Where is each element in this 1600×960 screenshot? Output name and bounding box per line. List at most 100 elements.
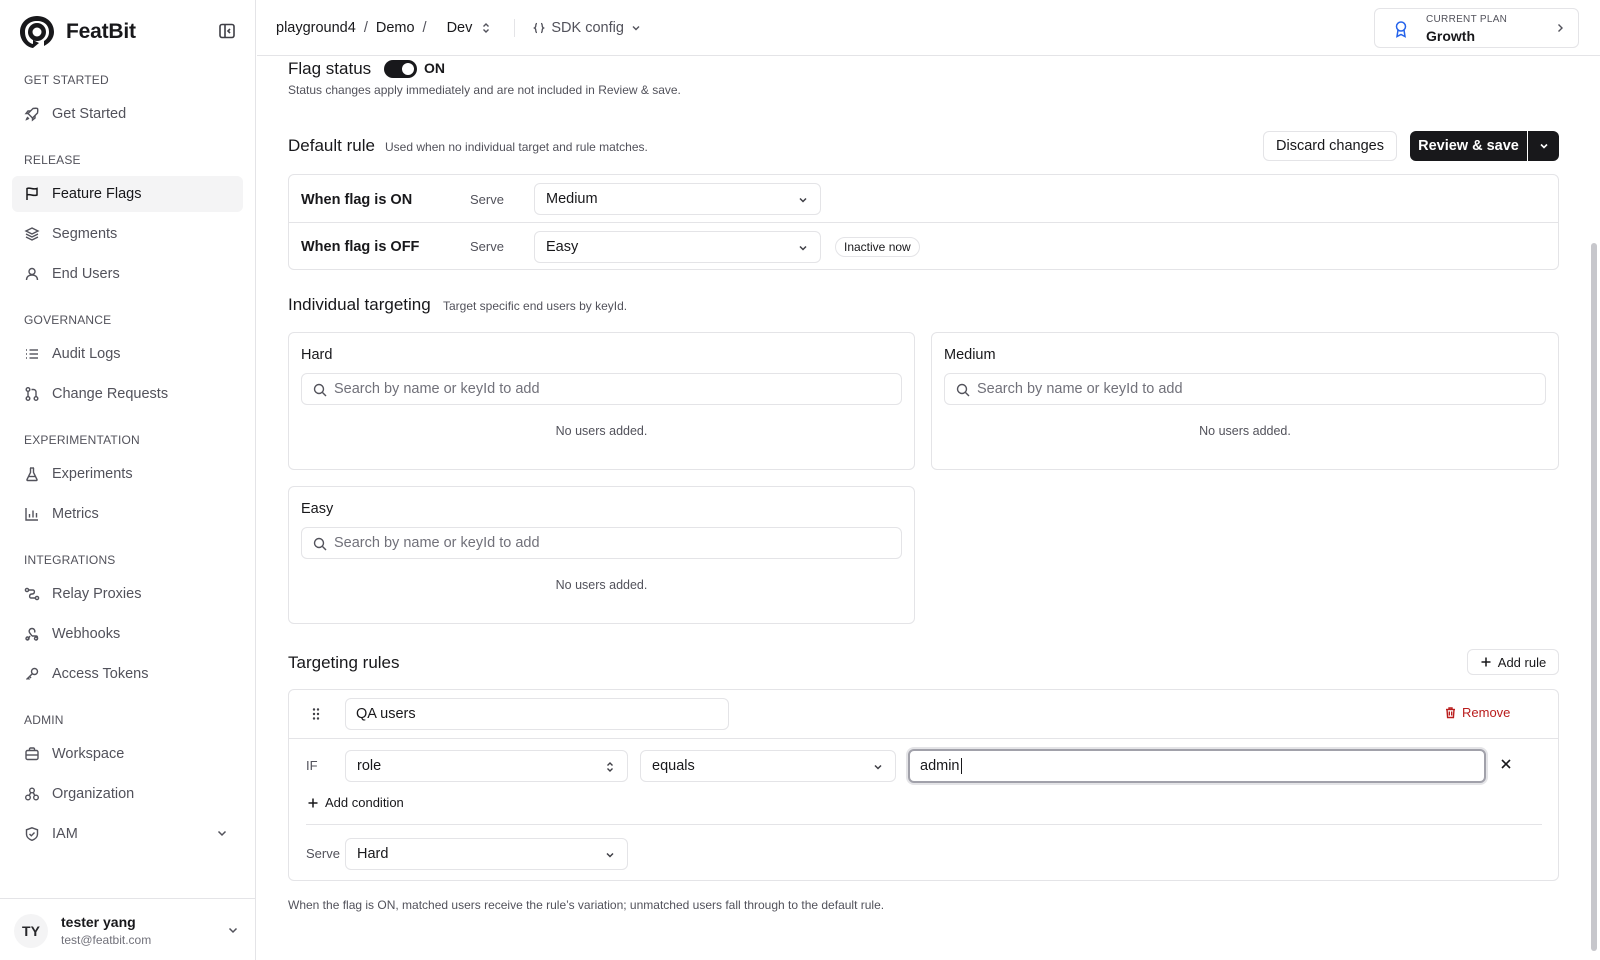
chevron-right-icon [1558, 24, 1563, 32]
section-release: RELEASE [24, 153, 81, 167]
user-name: tester yang [61, 914, 136, 930]
add-condition-button[interactable]: Add condition [307, 795, 404, 810]
remove-rule-button[interactable]: Remove [1444, 705, 1510, 720]
flag-status-state: ON [424, 60, 445, 76]
featbit-logo-icon [20, 16, 54, 48]
off-variation-select[interactable]: Easy [534, 231, 821, 263]
if-label: IF [306, 758, 318, 773]
close-icon[interactable] [1499, 757, 1513, 771]
chevron-down-icon [799, 197, 807, 203]
sidebar-item-relay-proxies[interactable]: Relay Proxies [12, 576, 243, 612]
search-icon [313, 383, 327, 397]
breadcrumb-workspace[interactable]: Demo [376, 20, 415, 36]
layers-icon [24, 227, 40, 241]
condition-attribute-select[interactable]: role [345, 750, 628, 782]
user-icon [25, 267, 39, 281]
drag-handle-icon[interactable] [311, 707, 321, 721]
award-icon [1395, 21, 1407, 38]
environment-selector[interactable]: Dev [447, 20, 493, 36]
chevron-down-icon[interactable] [226, 923, 240, 937]
default-rule-title: Default rule [288, 136, 375, 155]
review-save-menu-button[interactable] [1528, 131, 1559, 161]
sidebar-item-experiments[interactable]: Experiments [12, 456, 243, 492]
on-variation-select[interactable]: Medium [534, 183, 821, 215]
individual-targeting-title: Individual targeting [288, 295, 431, 314]
breadcrumb-project[interactable]: playground4 [276, 20, 356, 36]
sidebar-item-iam[interactable]: IAM [12, 816, 243, 852]
flag-status-toggle[interactable] [384, 60, 417, 78]
chevron-up-down-icon [607, 762, 613, 772]
sidebar-item-change-requests[interactable]: Change Requests [12, 376, 243, 412]
target-search-input[interactable]: Search by name or keyId to add [301, 527, 902, 559]
brand-name: FeatBit [66, 20, 136, 43]
empty-users-text: No users added. [1199, 424, 1291, 438]
chevron-down-icon[interactable] [215, 826, 229, 840]
target-group-medium: Medium Search by name or keyId to add No… [931, 332, 1559, 470]
flag-icon [26, 187, 38, 200]
user-email: test@featbit.com [61, 933, 152, 947]
sidebar-item-end-users[interactable]: End Users [12, 256, 243, 292]
chevron-down-icon [632, 26, 640, 31]
condition-value-input[interactable]: admin [908, 749, 1486, 783]
git-pull-request-icon [25, 387, 39, 401]
current-plan-card[interactable]: CURRENT PLAN Growth [1374, 8, 1579, 48]
sidebar-item-audit-logs[interactable]: Audit Logs [12, 336, 243, 372]
sidebar-item-segments[interactable]: Segments [12, 216, 243, 252]
rocket-icon [24, 107, 39, 122]
brand[interactable]: FeatBit [18, 14, 136, 50]
rule-serve-select[interactable]: Hard [345, 838, 628, 870]
plus-icon [308, 798, 318, 807]
sidebar-toggle-icon[interactable] [218, 22, 236, 40]
section-admin: ADMIN [24, 713, 64, 727]
flag-targeting-panel: Flag status ON Status changes apply imme… [257, 57, 1587, 960]
flag-status-title: Flag status [288, 59, 372, 78]
plan-caption: CURRENT PLAN [1426, 14, 1508, 25]
chevron-down-icon [874, 764, 882, 770]
chevron-up-down-icon [483, 23, 490, 33]
target-search-input[interactable]: Search by name or keyId to add [301, 373, 902, 405]
target-group-easy: Easy Search by name or keyId to add No u… [288, 486, 915, 624]
braces-icon [533, 22, 546, 34]
sidebar-item-feature-flags[interactable]: Feature Flags [12, 176, 243, 212]
avatar: TY [14, 914, 48, 948]
sidebar-item-get-started[interactable]: Get Started [12, 96, 243, 132]
chevron-down-icon [606, 852, 614, 858]
key-icon [26, 667, 39, 680]
webhook-icon [25, 627, 39, 641]
sidebar-item-access-tokens[interactable]: Access Tokens [12, 656, 243, 692]
target-search-input[interactable]: Search by name or keyId to add [944, 373, 1546, 405]
sidebar: FeatBit GET STARTED Get Started RELEASE … [0, 0, 256, 960]
section-governance: GOVERNANCE [24, 313, 112, 327]
serve-label: Serve [306, 846, 340, 861]
condition-operator-select[interactable]: equals [640, 750, 896, 782]
briefcase-icon [25, 747, 39, 761]
page-scrollbar[interactable] [1591, 243, 1597, 951]
sidebar-item-organization[interactable]: Organization [12, 776, 243, 812]
text-caret [960, 758, 962, 774]
user-menu[interactable]: TY tester yang test@featbit.com [0, 898, 256, 960]
when-off-label: When flag is OFF [301, 239, 420, 255]
header-divider [514, 19, 516, 37]
chevron-down-icon [799, 245, 807, 251]
row-divider [306, 824, 1542, 825]
plan-value: Growth [1426, 28, 1475, 44]
row-divider [289, 738, 1558, 739]
top-header: playground4 / Demo / Dev SDK config CURR… [257, 0, 1600, 56]
targeting-rules-title: Targeting rules [288, 653, 400, 672]
sidebar-item-metrics[interactable]: Metrics [12, 496, 243, 532]
review-save-button[interactable]: Review & save [1410, 131, 1527, 161]
sidebar-item-webhooks[interactable]: Webhooks [12, 616, 243, 652]
rule-name-input[interactable]: QA users [345, 698, 729, 730]
bar-chart-icon [25, 508, 38, 521]
list-icon [26, 349, 38, 359]
section-integrations: INTEGRATIONS [24, 553, 116, 567]
breadcrumb-separator: / [363, 20, 368, 36]
plus-icon [1481, 657, 1491, 667]
discard-changes-button[interactable]: Discard changes [1263, 131, 1397, 161]
add-rule-button[interactable]: Add rule [1467, 649, 1559, 675]
empty-users-text: No users added. [555, 424, 648, 438]
search-icon [956, 383, 970, 397]
sidebar-item-workspace[interactable]: Workspace [12, 736, 243, 772]
individual-targeting-subtitle: Target specific end users by keyId. [443, 299, 628, 313]
sdk-config-button[interactable]: SDK config [533, 20, 642, 36]
